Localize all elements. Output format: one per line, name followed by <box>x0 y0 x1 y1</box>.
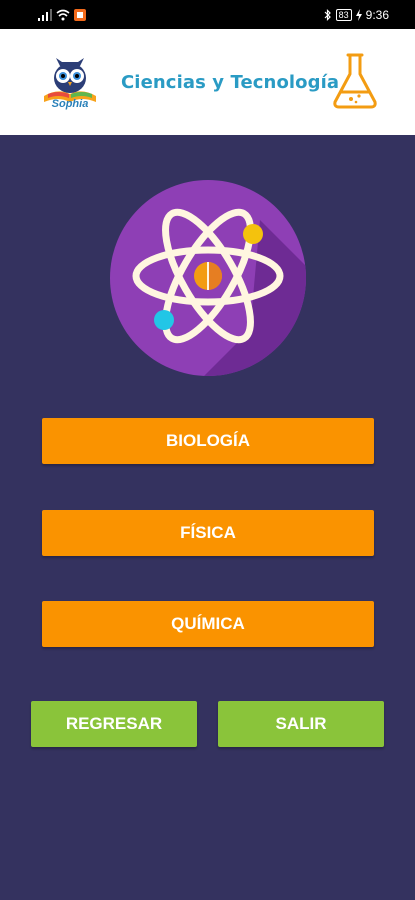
charging-icon <box>355 9 362 21</box>
status-bar: 83 9:36 <box>0 0 415 29</box>
atom-icon <box>110 180 306 376</box>
status-time: 9:36 <box>365 8 389 22</box>
battery-level: 83 <box>338 10 349 20</box>
bluetooth-icon <box>324 9 331 21</box>
salir-button[interactable]: SALIR <box>218 701 384 747</box>
status-left <box>38 8 86 22</box>
svg-text:Sophia: Sophia <box>52 98 89 110</box>
status-right: 83 9:36 <box>324 8 389 22</box>
signal-icon <box>38 9 52 21</box>
battery-indicator: 83 <box>335 9 352 21</box>
wifi-icon <box>56 9 70 21</box>
fisica-button[interactable]: FÍSICA <box>42 510 374 556</box>
flask-icon <box>333 53 377 109</box>
page-title: Ciencias y Tecnología <box>121 72 340 93</box>
notification-icon <box>74 9 86 21</box>
sophia-logo: Sophia <box>44 58 96 110</box>
regresar-button[interactable]: REGRESAR <box>31 701 197 747</box>
biologia-button[interactable]: BIOLOGÍA <box>42 418 374 464</box>
quimica-button[interactable]: QUÍMICA <box>42 601 374 647</box>
